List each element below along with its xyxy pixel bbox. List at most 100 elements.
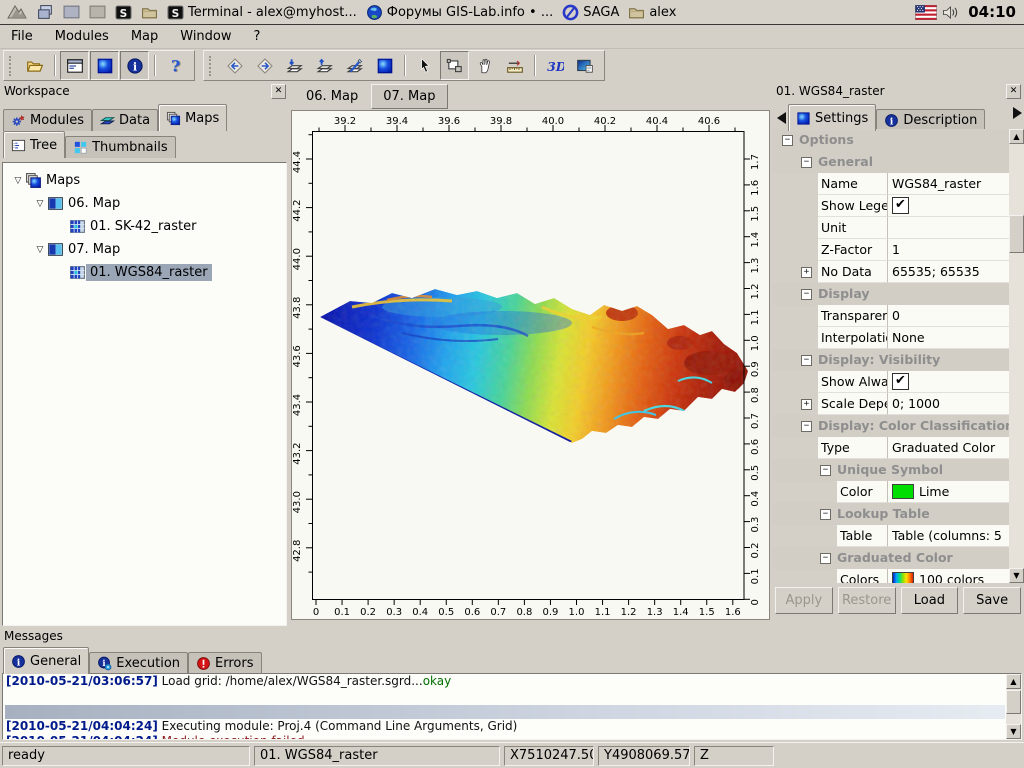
window-manager-logo[interactable] [4, 2, 30, 22]
collapse-icon[interactable]: − [801, 355, 812, 366]
terminal-launcher[interactable] [113, 3, 134, 22]
keyboard-layout-flag[interactable] [915, 5, 937, 20]
map-tab-07-map[interactable]: 07. Map [371, 84, 447, 109]
tab-modules[interactable]: Modules [3, 109, 92, 131]
setting-value[interactable]: ✔ [888, 195, 1009, 217]
collapse-icon[interactable]: − [782, 135, 793, 146]
expander-icon[interactable]: ▽ [33, 245, 47, 255]
toolbar-button-zoom-previous[interactable] [220, 51, 249, 80]
log-line[interactable]: [2010-05-21/04:04:24] Module execution f… [3, 734, 1021, 740]
expand-icon[interactable]: + [801, 399, 812, 410]
log-line[interactable] [3, 689, 1021, 704]
log-scroll-thumb[interactable] [1006, 690, 1021, 714]
tree-item-07-map[interactable]: ▽07. Map [3, 238, 286, 261]
subtab-thumbnails[interactable]: Thumbnails [65, 136, 176, 158]
properties-close-icon[interactable]: ✕ [1006, 84, 1021, 99]
selected-log-line[interactable] [5, 705, 1005, 719]
setting-value[interactable]: None [888, 327, 1009, 349]
map-canvas[interactable]: 39.239.439.639.840.040.240.440.644.444.2… [291, 110, 770, 620]
toolbar-button-zoom-tool[interactable] [440, 51, 469, 80]
checkbox-checked-icon[interactable]: ✔ [892, 373, 909, 390]
toolbar-grip[interactable] [9, 56, 14, 76]
toolbar-button-show-3d-view[interactable] [540, 51, 569, 80]
scroll-up-icon[interactable]: ▲ [1009, 129, 1024, 144]
window-list-button[interactable] [35, 3, 56, 22]
tree-item-maps[interactable]: ▽Maps [3, 169, 286, 192]
checkbox-checked-icon[interactable]: ✔ [892, 197, 909, 214]
tab-maps[interactable]: Maps [158, 104, 227, 131]
tree-item-01-sk-42-raster[interactable]: 01. SK-42_raster [3, 215, 286, 238]
toolbar-button-measure-tool[interactable] [500, 51, 529, 80]
task-browser[interactable]: Форумы GIS-Lab.info • ... [364, 3, 555, 22]
toolbar-button-zoom-full-extent[interactable] [280, 51, 309, 80]
setting-value[interactable]: 65535; 65535 [888, 261, 1009, 283]
task-terminal[interactable]: Terminal - alex@myhost... [165, 3, 359, 22]
load-button[interactable]: Load [901, 587, 959, 614]
toolbar-grip[interactable] [209, 56, 214, 76]
volume-icon[interactable] [942, 4, 959, 21]
tabs-scroll-left-icon[interactable] [775, 107, 788, 129]
scroll-down-icon[interactable]: ▼ [1009, 568, 1024, 583]
expand-icon[interactable]: + [801, 267, 812, 278]
setting-value[interactable]: Graduated Color [888, 437, 1009, 459]
workspace-close-icon[interactable]: ✕ [271, 84, 286, 99]
collapse-icon[interactable]: − [820, 509, 831, 520]
log-line[interactable]: [2010-05-21/03:06:57] Load grid: /home/a… [3, 674, 1021, 689]
menu-window[interactable]: Window [169, 26, 242, 47]
setting-value[interactable]: Table (columns: 5 [888, 525, 1009, 547]
minimized-window-2[interactable] [87, 3, 108, 22]
toolbar-button-zoom-next[interactable] [250, 51, 279, 80]
tab-general[interactable]: General [3, 647, 89, 674]
save-button[interactable]: Save [963, 587, 1021, 614]
settings-scrollbar[interactable]: ▲ ▼ [1009, 129, 1024, 583]
setting-value[interactable]: Lime [888, 481, 1009, 503]
tabs-scroll-right-icon[interactable] [1011, 102, 1024, 124]
map-tab-06-map[interactable]: 06. Map [295, 85, 369, 108]
collapse-icon[interactable]: − [820, 465, 831, 476]
setting-value[interactable]: 0 [888, 305, 1009, 327]
file-manager-launcher[interactable] [139, 3, 160, 22]
toolbar-button-save-as-image[interactable] [570, 51, 599, 80]
menu-?[interactable]: ? [243, 26, 272, 47]
toolbar-button-help[interactable] [160, 51, 189, 80]
expander-icon[interactable]: ▽ [33, 199, 47, 209]
toolbar-button-map-properties[interactable] [370, 51, 399, 80]
toolbar-button-default-cursor[interactable] [410, 51, 439, 80]
collapse-icon[interactable]: − [801, 421, 812, 432]
task-saga[interactable]: SAGA [560, 3, 621, 22]
toolbar-button-pan-tool[interactable] [470, 51, 499, 80]
tree-item-01-wgs84-raster[interactable]: 01. WGS84_raster [3, 261, 286, 284]
collapse-icon[interactable]: − [820, 553, 831, 564]
tree-item-06-map[interactable]: ▽06. Map [3, 192, 286, 215]
menu-modules[interactable]: Modules [44, 26, 120, 47]
collapse-icon[interactable]: − [801, 289, 812, 300]
toolbar-button-show-object-properties[interactable] [90, 51, 119, 80]
expander-icon[interactable]: ▽ [11, 176, 25, 186]
tab-execution[interactable]: Execution [89, 652, 188, 674]
menu-map[interactable]: Map [120, 26, 169, 47]
scroll-thumb[interactable] [1009, 215, 1024, 253]
log-scroll-up-icon[interactable]: ▲ [1006, 674, 1021, 689]
tab-errors[interactable]: Errors [188, 652, 261, 674]
minimized-window-1[interactable] [61, 3, 82, 22]
menu-file[interactable]: File [0, 26, 44, 47]
setting-value[interactable]: 0; 1000 [888, 393, 1009, 415]
setting-value[interactable]: 100 colors [888, 569, 1009, 583]
setting-value[interactable]: ✔ [888, 371, 1009, 393]
task-file-manager[interactable]: alex [626, 3, 678, 22]
tab-data[interactable]: Data [92, 109, 158, 131]
toolbar-button-show-messages[interactable] [120, 51, 149, 80]
tab-settings[interactable]: Settings [788, 104, 876, 131]
toolbar-button-open[interactable] [20, 51, 49, 80]
setting-value[interactable] [888, 217, 1009, 239]
toolbar-button-zoom-selection[interactable] [340, 51, 369, 80]
setting-value[interactable]: 1 [888, 239, 1009, 261]
log-line[interactable]: [2010-05-21/04:04:24] Executing module: … [3, 719, 1021, 734]
toolbar-button-show-workspace[interactable] [60, 51, 89, 80]
subtab-tree[interactable]: Tree [3, 131, 65, 158]
log-scrollbar[interactable]: ▲ ▼ [1006, 674, 1021, 739]
collapse-icon[interactable]: − [801, 157, 812, 168]
tab-description[interactable]: Description [876, 109, 985, 131]
log-scroll-down-icon[interactable]: ▼ [1006, 724, 1021, 739]
setting-value[interactable]: WGS84_raster [888, 173, 1009, 195]
